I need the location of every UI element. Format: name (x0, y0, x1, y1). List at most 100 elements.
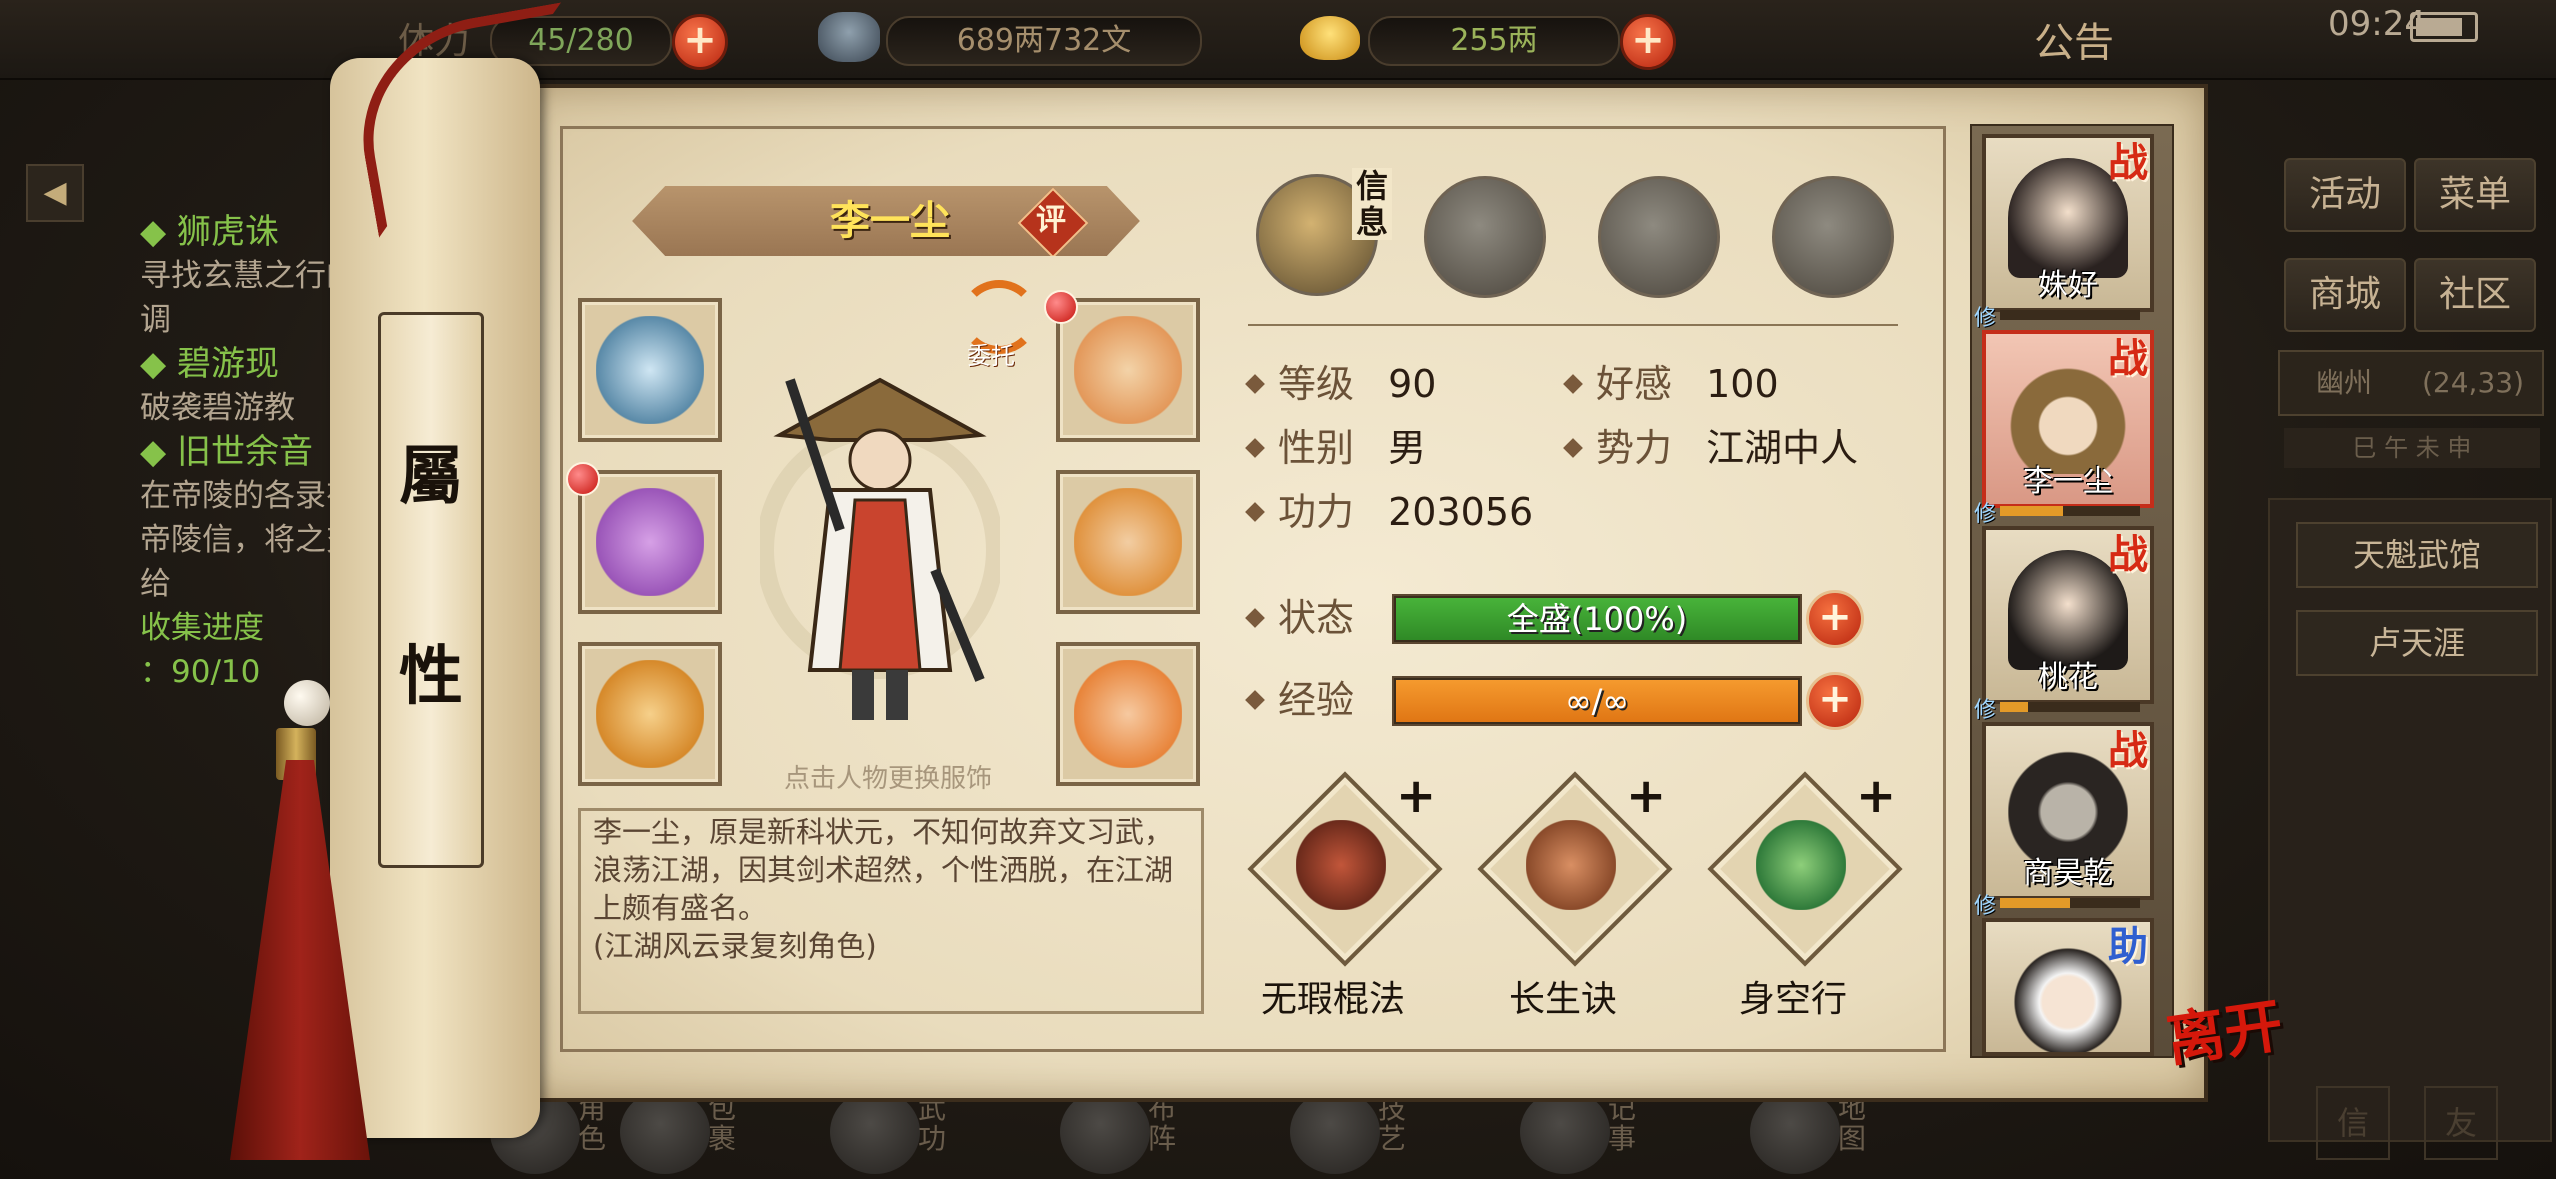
character-figure[interactable] (760, 340, 1000, 740)
attribute-tab[interactable]: 屬 性 (378, 312, 484, 868)
battle-tag: 战 (2108, 531, 2148, 578)
cultivate-tag: 修 (1974, 306, 1997, 331)
coins-icon (818, 12, 880, 62)
character-description: 李一尘，原是新科状元，不知何故弃文习武，浪荡江湖，因其剑术超然，个性洒脱，在江湖… (593, 815, 1174, 963)
money-display: 689两732文 (886, 16, 1202, 66)
status-text: 全盛(100%) (1506, 600, 1688, 638)
exp-label: 经验 (1244, 676, 1354, 724)
bottom-nav: 角色 包裹 武功 布阵 技艺 记事 地图 (480, 1090, 2260, 1179)
nav-bag[interactable]: 包裹 (610, 1090, 780, 1179)
meridian-body-icon[interactable] (1772, 176, 1894, 298)
leave-button[interactable]: 离开 (2161, 978, 2288, 1077)
community-button[interactable]: 社区 (2414, 258, 2536, 332)
book-icon (830, 1090, 920, 1174)
status-label: 状态 (1244, 594, 1354, 642)
skill-name: 身空行 (1738, 979, 1847, 1020)
member-exp-bar (2000, 506, 2140, 516)
bracer-icon (596, 316, 704, 424)
exp-bar: ∞/∞ (1392, 676, 1802, 726)
battle-tag: 战 (2108, 139, 2148, 186)
equip-slot-weapon[interactable] (578, 470, 722, 614)
add-gold-button[interactable]: + (1620, 14, 1676, 70)
add-skill-button[interactable]: + (1856, 768, 1896, 824)
equip-slot-accessory[interactable] (1056, 642, 1200, 786)
bagua-icon[interactable] (1598, 176, 1720, 298)
nav-map[interactable]: 地图 (1740, 1090, 1910, 1179)
knot-charm-icon (1074, 660, 1182, 768)
add-exp-button[interactable]: + (1806, 672, 1864, 730)
favor-value: 100 (1706, 362, 1779, 406)
level-value: 90 (1388, 362, 1437, 406)
cultivate-tag: 修 (1974, 502, 1997, 527)
location-coords: (24,33) (2421, 366, 2524, 399)
location-name: 幽州 (2316, 366, 2373, 399)
faction-stat: 势力 江湖中人 (1562, 424, 1858, 472)
gender-stat: 性别 男 (1244, 424, 1426, 472)
jade-scroll-icon (1756, 820, 1846, 910)
name-banner: 李一尘 评 (632, 186, 1140, 256)
change-outfit-hint: 点击人物更换服饰 (783, 764, 992, 794)
nav-martial[interactable]: 武功 (820, 1090, 990, 1179)
rate-label: 评 (1036, 203, 1066, 238)
notification-dot (1044, 290, 1078, 324)
assist-tag: 助 (2108, 923, 2148, 970)
collapse-arrow-icon[interactable]: ◀ (26, 164, 84, 222)
power-stat: 功力 203056 (1244, 488, 1533, 536)
armor-icon (1074, 488, 1182, 596)
member-exp-bar (2000, 702, 2140, 712)
equip-slot-bracer[interactable] (578, 298, 722, 442)
scroll-icon (1526, 820, 1616, 910)
shop-button[interactable]: 商城 (2284, 258, 2406, 332)
dagger-icon (596, 488, 704, 596)
equip-slot-helmet[interactable] (1056, 298, 1200, 442)
faction-value: 江湖中人 (1706, 426, 1859, 470)
nav-formation[interactable]: 布阵 (1050, 1090, 1220, 1179)
battle-tag: 战 (2108, 335, 2148, 382)
location-box: 幽州 (24,33) (2278, 350, 2544, 416)
status-bar: 全盛(100%) (1392, 594, 1802, 644)
friends-button[interactable]: 友 (2424, 1086, 2498, 1160)
equip-slot-ring[interactable] (578, 642, 722, 786)
member-exp-bar (2000, 898, 2140, 908)
cultivate-tag: 修 (1974, 698, 1997, 723)
power-value: 203056 (1388, 490, 1534, 534)
gold-display: 255两 (1368, 16, 1620, 66)
add-skill-button[interactable]: + (1626, 768, 1666, 824)
restore-status-button[interactable]: + (1806, 590, 1864, 648)
favor-stat: 好感 100 (1562, 360, 1779, 408)
skill-name: 无瑕棍法 (1260, 979, 1405, 1020)
add-stamina-button[interactable]: + (672, 14, 728, 70)
cultivate-tag: 修 (1974, 894, 1997, 919)
menu-button[interactable]: 菜单 (2414, 158, 2536, 232)
staff-manual-icon (1296, 820, 1386, 910)
mail-button[interactable]: 信 (2316, 1086, 2390, 1160)
helmet-icon (1074, 316, 1182, 424)
exp-text: ∞/∞ (1564, 682, 1630, 720)
activity-button[interactable]: 活动 (2284, 158, 2406, 232)
divider (1248, 324, 1898, 326)
nav-skills[interactable]: 技艺 (1280, 1090, 1450, 1179)
npc-button[interactable]: 天魁武馆 (2296, 522, 2538, 588)
entrust-label: 委托 (967, 342, 1015, 370)
battle-tag: 战 (2108, 727, 2148, 774)
npc-panel (2268, 498, 2552, 1142)
teapot-icon (1290, 1090, 1380, 1174)
battery-icon (2410, 12, 2478, 42)
add-skill-button[interactable]: + (1396, 768, 1436, 824)
nav-journal[interactable]: 记事 (1510, 1090, 1680, 1179)
character-name: 李一尘 (830, 198, 950, 244)
skill-name: 长生诀 (1508, 979, 1617, 1020)
bagua-icon (1060, 1090, 1150, 1174)
gender-value: 男 (1388, 426, 1427, 470)
tab-info-label: 信息 (1352, 168, 1392, 240)
map-icon (1750, 1090, 1840, 1174)
compass-strip: 巳 午 未 申 (2284, 428, 2540, 468)
npc-button[interactable]: 卢天涯 (2296, 610, 2538, 676)
notice-button[interactable]: 公告 (2034, 10, 2114, 68)
gold-ingot-icon (1300, 16, 1360, 60)
scroll-map-icon[interactable] (1424, 176, 1546, 298)
level-stat: 等级 90 (1244, 360, 1436, 408)
tassel-bead (284, 680, 330, 726)
equip-slot-armor[interactable] (1056, 470, 1200, 614)
ring-icon (596, 660, 704, 768)
